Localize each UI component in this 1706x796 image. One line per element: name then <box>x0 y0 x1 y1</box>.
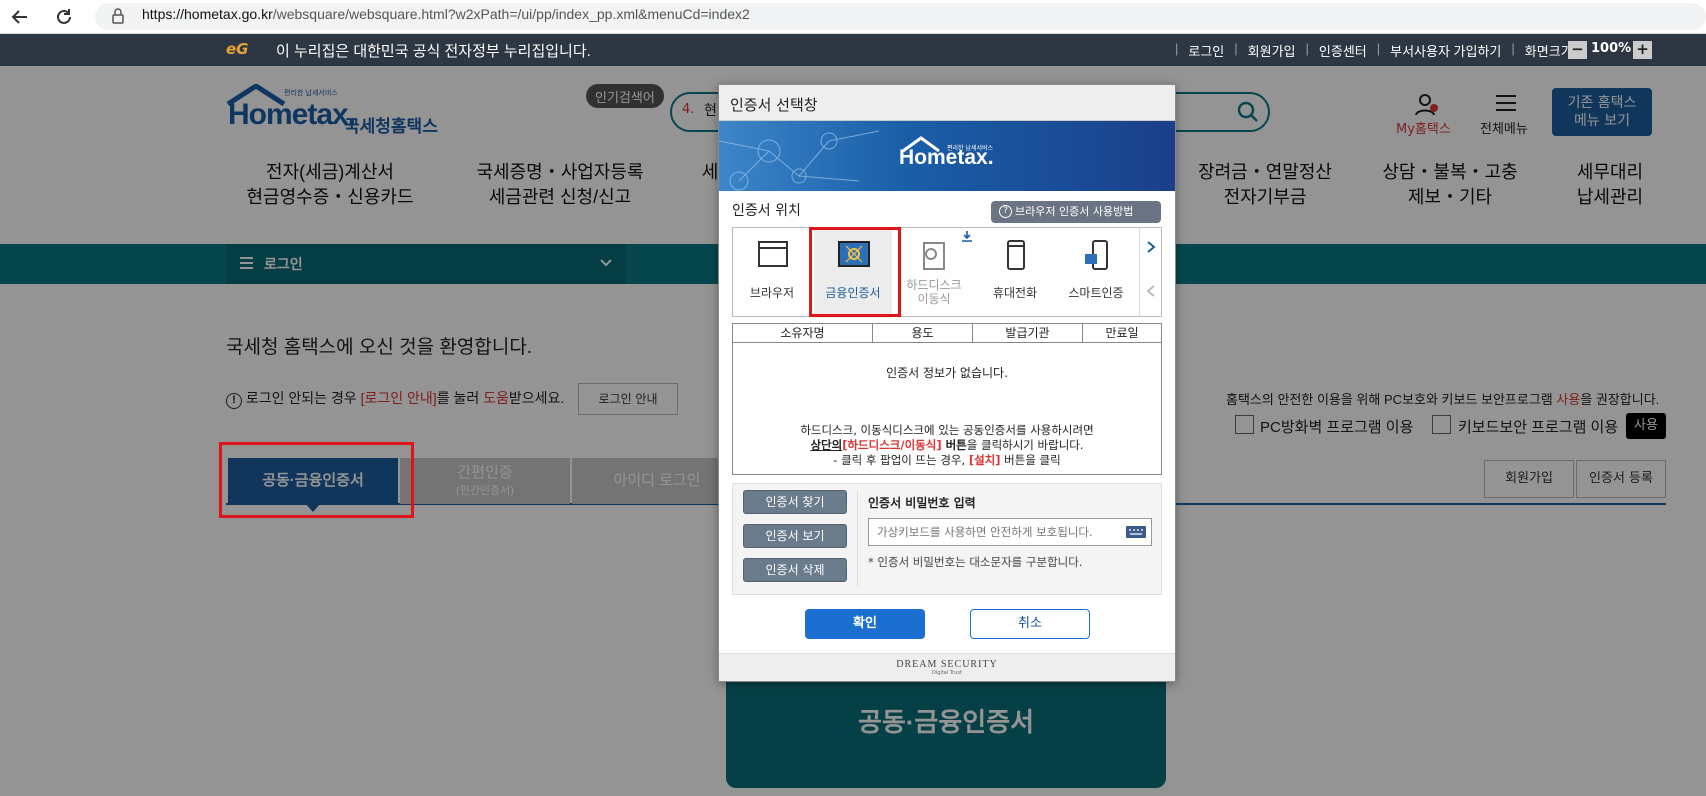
password-input[interactable] <box>868 518 1152 546</box>
location-smart-label: 스마트인증 <box>1068 286 1124 300</box>
egov-logo: eG <box>226 40 249 58</box>
location-disk-label: 하드디스크 <box>906 278 962 292</box>
hint-line3: - 클릭 후 팝업이 뜨는 경우, [설치] 버튼을 클릭 <box>733 453 1161 468</box>
mobile-phone-icon <box>1007 240 1025 270</box>
disk-hint: 하드디스크, 이동식디스크에 있는 공동인증서를 사용하시려면 상단의[하드디스… <box>733 423 1161 468</box>
banner-logo: Hometax. <box>899 146 994 169</box>
dialog-title: 인증서 선택창 <box>719 85 1175 121</box>
circuit-decoration-icon <box>719 130 880 191</box>
zoom-value: 100% <box>1591 41 1632 56</box>
password-label: 인증서 비밀번호 입력 <box>868 496 976 510</box>
util-link-screen-size: 화면크기 <box>1524 44 1573 59</box>
password-panel: 인증서 찾기 인증서 보기 인증서 삭제 인증서 비밀번호 입력 * 인증서 비… <box>732 483 1162 595</box>
location-mobile-label: 휴대전화 <box>992 286 1038 300</box>
hint-install-click: 버튼을 클릭 <box>1000 453 1061 467</box>
certificate-select-dialog: 인증서 선택창 편리한 납세서비스 Hometax. 인증서 위치 ? 브라우저… <box>718 84 1176 682</box>
chevron-right-icon[interactable] <box>1145 240 1157 254</box>
highlight-box-financial-cert <box>809 227 901 317</box>
highlight-box-tab <box>219 442 414 518</box>
footer-brand: DREAM SECURITY <box>896 659 998 670</box>
browser-help-button[interactable]: ? 브라우저 인증서 사용방법 <box>991 201 1161 223</box>
view-cert-button[interactable]: 인증서 보기 <box>743 524 847 548</box>
util-links: | 로그인 | 회원가입 | 인증센터 | 부서사용자 가입하기 | 화면크기 <box>1175 41 1573 60</box>
password-note: * 인증서 비밀번호는 대소문자를 구분합니다. <box>868 555 1083 569</box>
cancel-button[interactable]: 취소 <box>970 609 1090 639</box>
browser-help-label: 브라우저 인증서 사용방법 <box>1015 205 1134 218</box>
chevron-left-icon[interactable] <box>1145 284 1157 298</box>
url-text[interactable]: https://hometax.go.kr/websquare/websquar… <box>142 6 750 22</box>
hint-top: 상단의 <box>810 438 843 452</box>
virtual-keyboard-icon[interactable] <box>1125 525 1147 539</box>
location-mobile-phone[interactable]: 휴대전화 <box>976 228 1054 318</box>
download-icon <box>962 231 972 242</box>
smart-cert-icon <box>1085 240 1108 270</box>
zoom-out-button[interactable]: − <box>1568 41 1587 59</box>
government-notice-bar: eG 이 누리집은 대한민국 공식 전자정부 누리집입니다. | 로그인 | 회원가… <box>0 34 1706 66</box>
lock-icon <box>112 8 124 24</box>
hint-line2: 상단의[하드디스크/이동식] 버튼을 클릭하시기 바랍니다. <box>733 438 1161 453</box>
location-smart-cert[interactable]: 스마트인증 <box>1057 228 1135 318</box>
find-cert-button[interactable]: 인증서 찾기 <box>743 490 847 514</box>
location-disk-label2: 이동식 <box>917 292 951 306</box>
util-link-cert-center[interactable]: 인증센터 <box>1319 41 1367 60</box>
dialog-banner: 편리한 납세서비스 Hometax. <box>719 121 1175 191</box>
util-link-dept-user[interactable]: 부서사용자 가입하기 <box>1390 41 1501 60</box>
hint-button: 버튼 <box>941 438 967 452</box>
util-link-signup[interactable]: 회원가입 <box>1248 41 1296 60</box>
col-usage: 용도 <box>873 324 973 342</box>
location-selector: 브라우저 금융인증서 하드디스크 이동식 휴대전화 스마트인증 <box>732 227 1162 318</box>
reload-icon[interactable] <box>54 7 74 27</box>
hint-install: [설치] <box>968 453 1001 467</box>
hint-line1: 하드디스크, 이동식디스크에 있는 공동인증서를 사용하시려면 <box>800 423 1094 437</box>
col-expiry: 만료일 <box>1105 326 1139 340</box>
location-hard-disk[interactable]: 하드디스크 이동식 <box>895 228 973 318</box>
dialog-footer: DREAM SECURITY Digital Trust <box>719 653 1175 681</box>
hard-disk-icon <box>923 242 945 270</box>
util-link-login[interactable]: 로그인 <box>1188 41 1224 60</box>
delete-cert-button[interactable]: 인증서 삭제 <box>743 558 847 582</box>
help-icon: ? <box>999 205 1012 218</box>
panel-divider <box>857 490 858 586</box>
arrow-left-icon[interactable] <box>10 7 30 27</box>
zoom-in-button[interactable]: + <box>1633 41 1652 59</box>
hint-disk-link: [하드디스크/이동식] <box>842 438 942 452</box>
url-path: /websquare/websquare.html?w2xPath=/ui/pp… <box>272 6 750 22</box>
hint-click: 을 클릭하시기 바랍니다. <box>966 438 1084 452</box>
location-scroll <box>1139 228 1161 316</box>
browser-toolbar: https://hometax.go.kr/websquare/websquar… <box>0 0 1706 34</box>
empty-message: 인증서 정보가 없습니다. <box>886 366 1008 380</box>
location-browser[interactable]: 브라우저 <box>733 228 811 318</box>
url-host: https://hometax.go.kr <box>142 6 273 22</box>
certificate-table: 소유자명 용도 발급기관 만료일 인증서 정보가 없습니다. 하드디스크, 이동… <box>732 323 1162 475</box>
confirm-button[interactable]: 확인 <box>805 609 925 639</box>
hint-popup: - 클릭 후 팝업이 뜨는 경우, <box>833 453 969 467</box>
gov-notice-text: 이 누리집은 대한민국 공식 전자정부 누리집입니다. <box>276 43 591 60</box>
col-issuer: 발급기관 <box>973 324 1083 342</box>
location-browser-label: 브라우저 <box>749 286 795 300</box>
col-owner: 소유자명 <box>733 324 873 342</box>
browser-window-icon <box>758 241 788 267</box>
location-label: 인증서 위치 <box>732 203 801 219</box>
footer-sub: Digital Trust <box>932 670 962 676</box>
table-header-row: 소유자명 용도 발급기관 만료일 <box>733 324 1161 343</box>
